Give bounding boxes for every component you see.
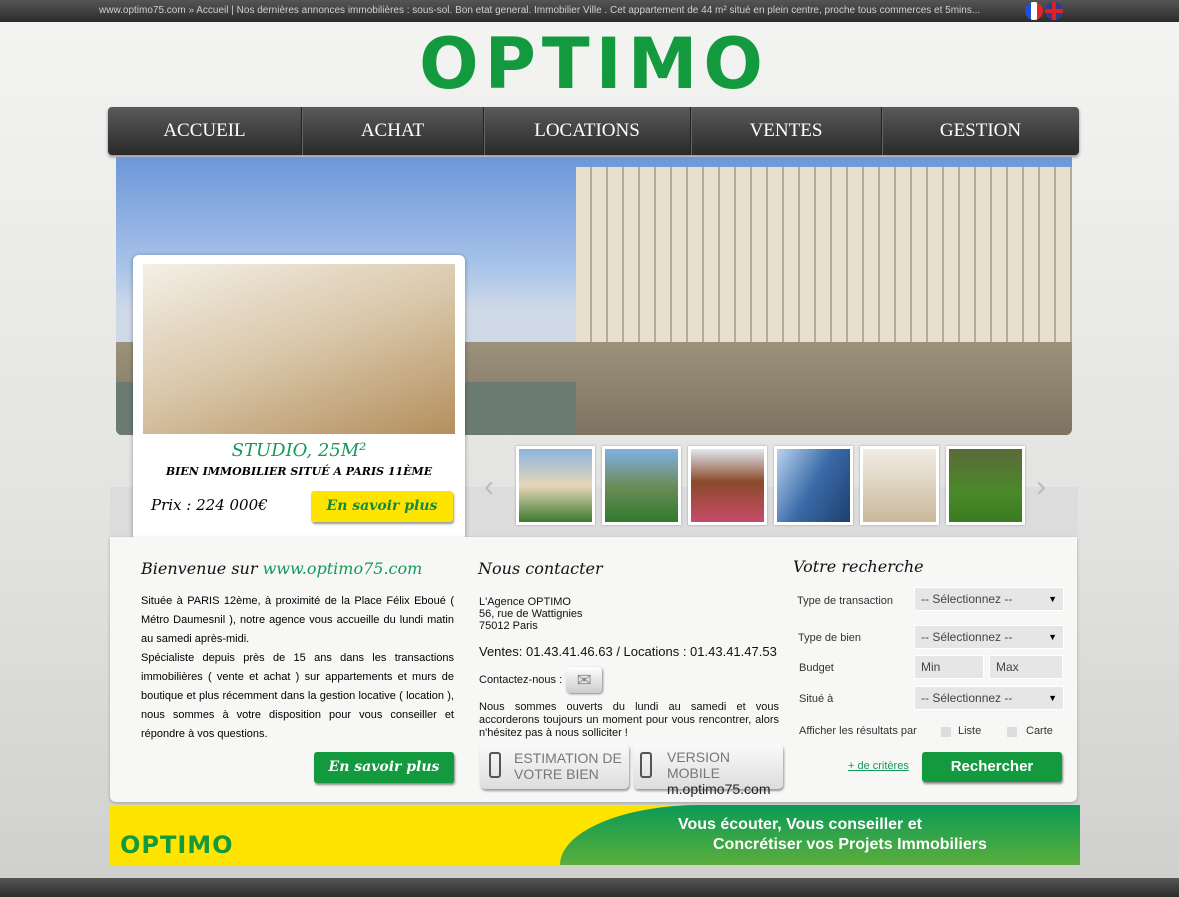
caret-down-icon: ▼ (1048, 632, 1057, 642)
main-content: Bienvenue sur www.optimo75.com Située à … (110, 537, 1077, 802)
top-bar: www.optimo75.com » Accueil | Nos dernièr… (0, 0, 1179, 22)
french-flag-icon[interactable] (1025, 2, 1043, 20)
welcome-title: Bienvenue sur www.optimo75.com (141, 559, 423, 578)
nav-accueil[interactable]: ACCUEIL (108, 107, 302, 155)
mail-icon[interactable]: ✉ (566, 667, 603, 693)
chevron-right-icon[interactable]: › (1036, 470, 1046, 504)
listing-title: STUDIO, 25M² (231, 440, 367, 461)
estimation-button[interactable]: ESTIMATION DE VOTRE BIEN (480, 744, 629, 789)
list-checkbox[interactable] (941, 727, 951, 737)
site-link[interactable]: www.optimo75.com (263, 559, 423, 578)
contact-title: Nous contacter (478, 559, 603, 578)
nav-locations[interactable]: LOCATIONS (484, 107, 691, 155)
search-title: Votre recherche (793, 557, 924, 576)
banner-slogan: Vous écouter, Vous conseiller et Concréti… (678, 816, 987, 853)
thumbnail[interactable] (516, 446, 595, 525)
listing-photo[interactable] (143, 264, 455, 434)
thumbnail[interactable] (688, 446, 767, 525)
breadcrumb: www.optimo75.com » Accueil | Nos dernièr… (99, 5, 981, 16)
nav-gestion[interactable]: GESTION (882, 107, 1079, 155)
phone-icon (489, 752, 501, 778)
thumbnail[interactable] (774, 446, 853, 525)
welcome-text: Située à PARIS 12ème, à proximité de la … (141, 595, 454, 740)
banner-logo: OPTIMO (120, 831, 234, 859)
listing-more-button[interactable]: En savoir plus (311, 491, 453, 522)
mobile-version-button[interactable]: VERSION MOBILE m.optimo75.com (633, 744, 783, 797)
budget-max-input[interactable]: Max (989, 655, 1063, 679)
thumbnail[interactable] (860, 446, 939, 525)
english-flag-icon[interactable] (1045, 2, 1063, 20)
promo-banner: OPTIMO Vous écouter, Vous conseiller et C… (110, 805, 1080, 865)
transaction-select[interactable]: -- Sélectionnez -- ▼ (914, 587, 1064, 611)
featured-listing: STUDIO, 25M² BIEN IMMOBILIER SITUÉ A PAR… (133, 255, 465, 541)
main-nav: ACCUEIL ACHAT LOCATIONS VENTES GESTION (108, 107, 1079, 155)
caret-down-icon: ▼ (1048, 693, 1057, 703)
thumbnail[interactable] (946, 446, 1025, 525)
nav-achat[interactable]: ACHAT (302, 107, 484, 155)
logo[interactable]: OPTIMO (384, 28, 804, 100)
contact-info: L'Agence OPTIMO 56, rue de Wattignies 75… (479, 596, 779, 739)
more-criteria-link[interactable]: + de critères (848, 760, 909, 772)
thumbnail[interactable] (602, 446, 681, 525)
chevron-left-icon[interactable]: ‹ (484, 470, 494, 504)
nav-ventes[interactable]: VENTES (691, 107, 882, 155)
caret-down-icon: ▼ (1048, 594, 1057, 604)
budget-min-input[interactable]: Min (914, 655, 984, 679)
listing-price: Prix : 224 000€ (151, 496, 268, 514)
footer-bar (0, 878, 1179, 897)
phone-numbers: Ventes: 01.43.41.46.63 / Locations : 01.… (479, 644, 777, 659)
search-button[interactable]: Rechercher (922, 752, 1062, 782)
property-type-select[interactable]: -- Sélectionnez -- ▼ (914, 625, 1064, 649)
map-checkbox[interactable] (1007, 727, 1017, 737)
listing-subtitle: BIEN IMMOBILIER SITUÉ A PARIS 11ÈME (165, 465, 433, 478)
location-select[interactable]: -- Sélectionnez -- ▼ (914, 686, 1064, 710)
welcome-more-button[interactable]: En savoir plus (314, 752, 454, 783)
phone-icon (640, 752, 652, 778)
